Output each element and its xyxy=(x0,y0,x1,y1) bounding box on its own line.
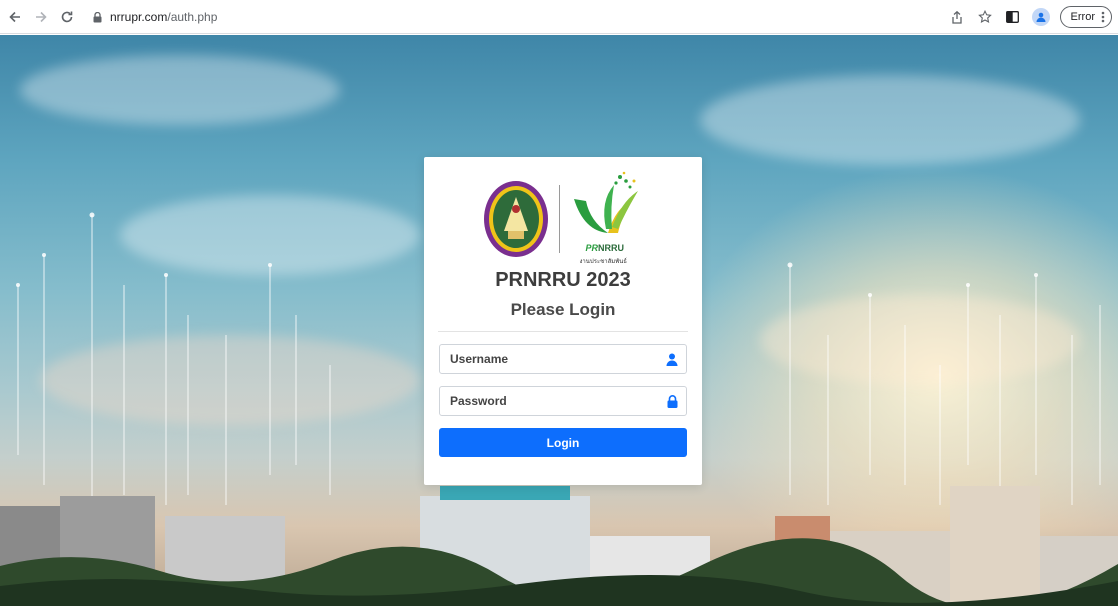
logo-pr-text: PR xyxy=(585,243,599,253)
username-field[interactable] xyxy=(439,344,687,374)
logo-row: PRNRRU งานประชาสัมพันธ์ xyxy=(424,171,702,267)
lock-icon[interactable] xyxy=(90,10,104,24)
url-path: /auth.php xyxy=(167,10,218,24)
side-panel-icon[interactable] xyxy=(1004,8,1022,26)
logo-subtitle: งานประชาสัมพันธ์ xyxy=(579,259,627,265)
password-field[interactable] xyxy=(439,386,687,416)
forward-button[interactable] xyxy=(30,6,52,28)
reload-icon xyxy=(61,11,73,22)
reload-button[interactable] xyxy=(56,6,78,28)
url-host: nrrupr.com xyxy=(110,10,168,24)
error-chip[interactable]: Error xyxy=(1059,6,1112,28)
university-seal-icon xyxy=(483,181,548,257)
login-heading: Please Login xyxy=(510,300,616,319)
user-icon xyxy=(658,345,686,373)
arrow-right-icon xyxy=(36,11,47,22)
toolbar-actions: Error xyxy=(948,5,1112,29)
url-text: nrrupr.com/auth.php xyxy=(110,10,217,24)
logo-divider xyxy=(558,185,560,253)
browser-toolbar: nrrupr.com/auth.php Error xyxy=(0,0,1118,34)
arrow-left-icon xyxy=(9,11,20,22)
page-title: PRNRRU 2023 xyxy=(495,269,631,291)
login-card: PRNRRU งานประชาสัมพันธ์ PRNRRU 2023 Plea… xyxy=(424,157,702,485)
error-label: Error xyxy=(1070,11,1095,23)
divider xyxy=(438,331,688,332)
kebab-menu-icon xyxy=(1101,11,1105,23)
prnrru-logo-text: PRNRRU xyxy=(586,243,625,253)
login-button[interactable]: Login xyxy=(439,428,687,457)
address-bar[interactable]: nrrupr.com/auth.php xyxy=(90,5,965,29)
username-input[interactable] xyxy=(450,345,658,373)
logo-nrru-text: NRRU xyxy=(598,243,625,253)
password-input[interactable] xyxy=(450,387,658,415)
profile-icon[interactable] xyxy=(1031,8,1050,26)
star-icon[interactable] xyxy=(976,8,994,26)
leaf-logo-icon xyxy=(573,171,638,233)
prnrru-logo: PRNRRU งานประชาสัมพันธ์ xyxy=(570,171,644,267)
padlock-icon xyxy=(658,387,686,415)
campus-skyline xyxy=(0,486,1118,606)
back-button[interactable] xyxy=(4,6,26,28)
share-icon[interactable] xyxy=(948,8,966,26)
